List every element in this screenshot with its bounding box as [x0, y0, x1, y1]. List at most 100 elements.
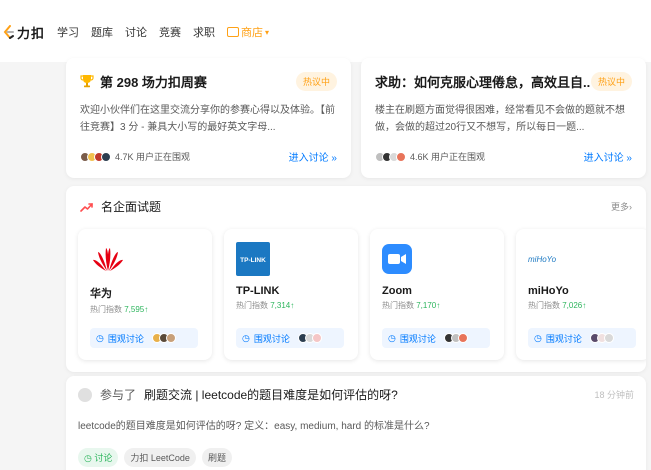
leetcode-logo[interactable]: 力扣 [3, 23, 45, 42]
store-icon [227, 27, 239, 37]
company-name: miHoYo [528, 285, 569, 297]
panel-title-text: 名企面试题 [101, 200, 162, 214]
company-name: Zoom [382, 285, 412, 297]
avatar-group [297, 333, 322, 343]
button-label: 围观讨论 [253, 333, 290, 344]
company-card-zoom[interactable]: Zoom 热门指数 7,170↑ ◷ 围观讨论 [370, 229, 504, 360]
leetcode-logo-icon [3, 24, 14, 39]
nav-link-problems[interactable]: 题库 [91, 24, 113, 40]
hot-index: 热门指数 7,595↑ [90, 304, 200, 315]
store-label: 商店 [241, 27, 263, 39]
hot-index: 热门指数 7,026↑ [528, 300, 638, 311]
post-title-text: 求助：如何克服心理倦怠，高效且自... [375, 74, 591, 90]
hot-index-value: 7,595↑ [124, 305, 149, 314]
hot-index-label: 热门指数 [90, 305, 122, 314]
button-label: 围观讨论 [399, 333, 436, 344]
tag-list: ◷ 讨论 力扣 LeetCode 刷题 [78, 448, 634, 467]
enter-discussion-link[interactable]: 进入讨论 » [289, 149, 337, 164]
watch-discussion-button[interactable]: ◷ 围观讨论 [90, 328, 198, 348]
main-nav: 学习 题库 讨论 竞赛 求职 商店 ▾ [57, 24, 269, 40]
tag-leetcode[interactable]: 力扣 LeetCode [124, 448, 196, 467]
avatar [396, 151, 406, 162]
company-card-tplink[interactable]: TP-LINK TP-LINK 热门指数 7,314↑ ◷ 围观讨论 [224, 229, 358, 360]
zoom-logo-icon [382, 244, 412, 274]
logo-text: 力扣 [17, 26, 46, 41]
nav-link-learn[interactable]: 学习 [57, 24, 79, 40]
button-label: 围观讨论 [107, 333, 144, 344]
activity-prefix: 参与了 [100, 388, 137, 402]
hot-index-label: 热门指数 [236, 301, 268, 310]
trending-icon [80, 202, 93, 212]
avatar [457, 333, 468, 343]
post-description: 欢迎小伙伴们在这里交流分享你的参赛心得以及体验。【前往竞赛】3 分 - 兼具大小… [80, 105, 335, 133]
watch-discussion-button[interactable]: ◷ 围观讨论 [382, 328, 490, 348]
avatar [101, 151, 111, 162]
nav-link-store[interactable]: 商店 ▾ [227, 24, 269, 40]
nav-link-discuss[interactable]: 讨论 [125, 24, 147, 40]
tag-practice[interactable]: 刷题 [201, 448, 232, 467]
hot-index-label: 热门指数 [528, 301, 560, 310]
svg-text:miHoYo: miHoYo [528, 255, 557, 264]
discussion-feed-item[interactable]: 参与了 刷题交流 | leetcode的题目难度是如何评估的呀? 18 分钟前 … [66, 376, 646, 470]
watch-discussion-button[interactable]: ◷ 围观讨论 [528, 328, 636, 348]
avatar-group [589, 333, 614, 343]
chevron-down-icon: ▾ [265, 27, 270, 37]
company-carousel: 华为 热门指数 7,595↑ ◷ 围观讨论 TP-LINK TP-LINK 热门… [78, 229, 646, 361]
svg-text:TP-LINK: TP-LINK [240, 257, 266, 264]
company-card-mihoyo[interactable]: miHoYo miHoYo 热门指数 7,026↑ ◷ 围观讨论 [516, 229, 646, 360]
chat-icon: ◷ [534, 332, 542, 343]
watch-discussion-button[interactable]: ◷ 围观讨论 [236, 328, 344, 348]
hot-index-value: 7,314↑ [270, 301, 295, 310]
chat-icon: ◷ [96, 332, 104, 343]
post-title: 第 298 场力扣周赛 [80, 72, 207, 91]
trophy-icon [80, 75, 94, 88]
nav-link-jobs[interactable]: 求职 [193, 24, 215, 40]
watch-count: 4.7K 用户正在围观 [80, 150, 190, 163]
tag-discuss[interactable]: ◷ 讨论 [78, 448, 119, 467]
company-name: 华为 [90, 288, 112, 300]
chat-icon: ◷ [242, 332, 250, 343]
avatar [603, 333, 614, 343]
discussion-title: 参与了 刷题交流 | leetcode的题目难度是如何评估的呀? [78, 386, 398, 403]
hot-index-value: 7,170↑ [416, 301, 441, 310]
top-navbar: 力扣 学习 题库 讨论 竞赛 求职 商店 ▾ [0, 0, 651, 62]
enter-discussion-link[interactable]: 进入讨论 » [584, 149, 632, 164]
watch-count: 4.6K 用户正在围观 [375, 150, 485, 163]
avatar [165, 333, 176, 343]
hot-index-value: 7,026↑ [562, 301, 587, 310]
panel-title: 名企面试题 [80, 198, 161, 215]
avatar-group [80, 151, 111, 162]
mihoyo-logo-icon: miHoYo [528, 255, 557, 264]
avatar [78, 387, 92, 402]
huawei-logo-icon [93, 248, 123, 271]
watch-count-text: 4.6K 用户正在围观 [410, 152, 486, 162]
company-card-huawei[interactable]: 华为 热门指数 7,595↑ ◷ 围观讨论 [78, 229, 212, 360]
hot-index-label: 热门指数 [382, 301, 414, 310]
tplink-logo-icon: TP-LINK [236, 242, 270, 276]
avatar-group [151, 333, 176, 343]
discussion-description: leetcode的题目难度是如何评估的呀? 定义：easy, medium, h… [78, 421, 430, 432]
post-title: 求助：如何克服心理倦怠，高效且自... [375, 72, 591, 91]
nav-link-contest[interactable]: 竞赛 [159, 24, 181, 40]
chat-icon: ◷ [388, 332, 396, 343]
hot-index: 热门指数 7,314↑ [236, 300, 346, 311]
post-title-text: 第 298 场力扣周赛 [100, 74, 207, 90]
button-label: 围观讨论 [545, 333, 582, 344]
hot-post-card-help[interactable]: 求助：如何克服心理倦怠，高效且自... 热议中 楼主在刷题方面觉得很困难，经常看… [361, 58, 646, 178]
avatar-group [443, 333, 468, 343]
tag-label: 讨论 [94, 453, 113, 463]
company-interview-panel: 名企面试题 更多› 华为 热门指数 7,595↑ ◷ 围观讨论 TP-LINK … [66, 186, 646, 372]
chat-icon: ◷ [84, 453, 92, 463]
hot-post-card-contest[interactable]: 第 298 场力扣周赛 热议中 欢迎小伙伴们在这里交流分享你的参赛心得以及体验。… [66, 58, 351, 178]
hot-badge: 热议中 [295, 71, 337, 91]
company-name: TP-LINK [236, 285, 280, 297]
avatar-group [375, 151, 406, 162]
watch-count-text: 4.7K 用户正在围观 [115, 152, 191, 162]
avatar [311, 333, 322, 343]
hot-index: 热门指数 7,170↑ [382, 300, 492, 311]
discussion-title-text[interactable]: 刷题交流 | leetcode的题目难度是如何评估的呀? [144, 386, 398, 403]
more-link[interactable]: 更多› [611, 200, 632, 213]
post-description: 楼主在刷题方面觉得很困难，经常看见不会做的题就不想做，会做的超过20行又不想写，… [375, 105, 625, 133]
hot-badge: 热议中 [590, 71, 632, 91]
timestamp: 18 分钟前 [594, 390, 634, 400]
